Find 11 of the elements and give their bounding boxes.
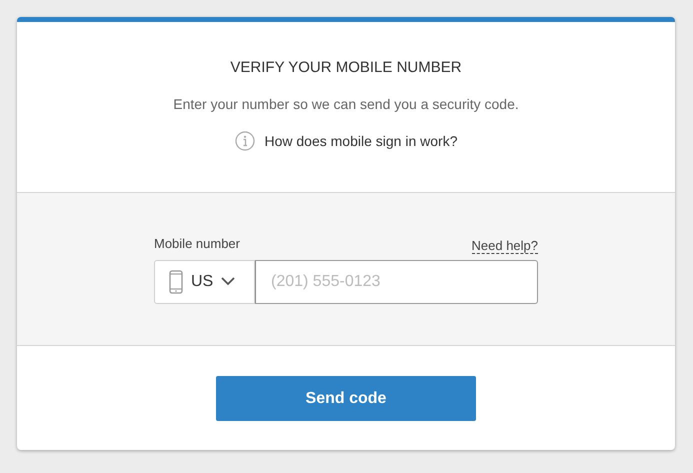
help-link[interactable]: Need help? bbox=[472, 238, 538, 254]
field-label: Mobile number bbox=[154, 235, 240, 253]
country-dropdown[interactable]: US bbox=[154, 260, 255, 304]
phone-icon bbox=[169, 270, 183, 294]
send-code-button[interactable]: Send code bbox=[216, 376, 476, 421]
phone-input[interactable]: (201) 555-0123 bbox=[255, 260, 538, 304]
page-title: VERIFY YOUR MOBILE NUMBER bbox=[230, 58, 462, 78]
chevron-icon bbox=[221, 277, 236, 286]
info-icon bbox=[234, 131, 254, 151]
info-link[interactable]: How does mobile sign in work? bbox=[264, 130, 458, 152]
subtitle: Enter your number so we can send you a security code. bbox=[173, 94, 519, 114]
